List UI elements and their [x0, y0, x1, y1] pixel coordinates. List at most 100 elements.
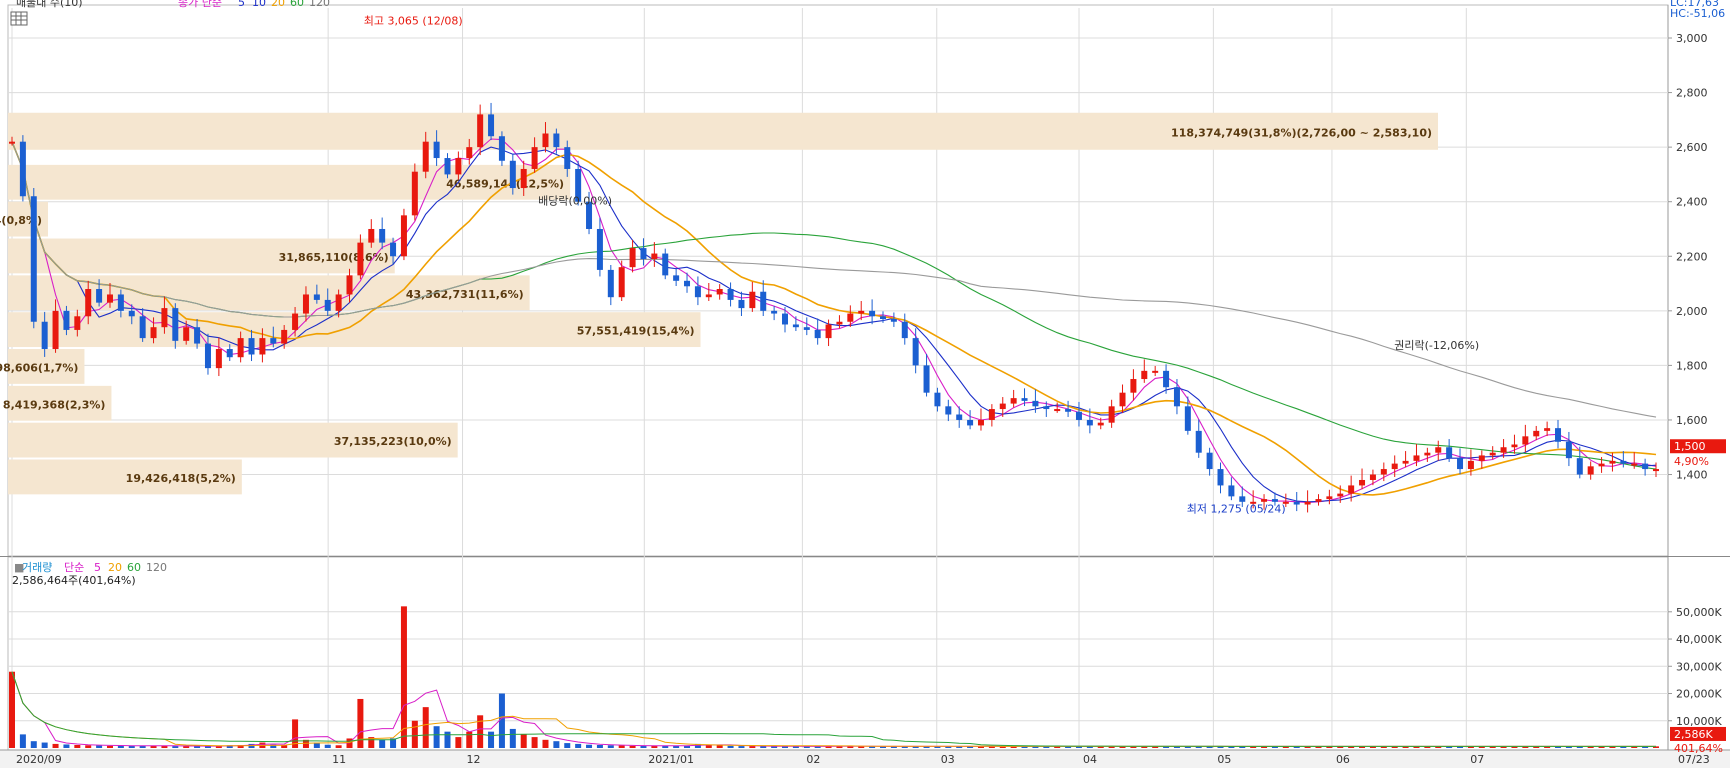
- candle-body: [836, 321, 843, 325]
- legend-ma-120[interactable]: 120: [309, 0, 330, 9]
- candle-body: [553, 133, 560, 148]
- volume-bar: [738, 746, 745, 748]
- legend-ma-10[interactable]: 10: [252, 0, 266, 9]
- candle-body: [792, 324, 799, 328]
- legend-series-name[interactable]: 매물대 수(10): [16, 0, 83, 9]
- volume-profile-label: 46,589,144(12,5%): [446, 177, 564, 190]
- volume-bar: [30, 741, 37, 748]
- candle-body: [400, 215, 407, 257]
- volume-bar: [63, 744, 70, 748]
- volume-bar: [564, 743, 571, 748]
- volume-bar: [749, 746, 756, 748]
- candle-body: [1032, 400, 1039, 407]
- candle-body: [1598, 463, 1605, 467]
- time-axis-label: 05: [1217, 753, 1231, 766]
- candle-body: [1348, 485, 1355, 494]
- volume-ma-60[interactable]: 60: [127, 561, 141, 574]
- candle-body: [662, 253, 669, 276]
- candle-body: [324, 299, 331, 311]
- candle-body: [117, 294, 124, 311]
- candle-body: [890, 319, 897, 322]
- candle-body: [912, 338, 919, 366]
- volume-ma-20[interactable]: 20: [108, 561, 122, 574]
- volume-tick-label: 50,000K: [1676, 606, 1722, 619]
- candle-body: [346, 275, 353, 295]
- volume-bar: [85, 745, 92, 748]
- candle-body: [85, 289, 92, 317]
- candle-body: [1108, 406, 1115, 423]
- last-volume-label: 2,586K: [1674, 728, 1713, 741]
- candle-body: [150, 327, 157, 339]
- volume-bar: [618, 745, 625, 748]
- volume-ma-label[interactable]: 단순: [64, 561, 84, 574]
- time-axis-label: 12: [467, 753, 481, 766]
- candle-body: [640, 248, 647, 259]
- volume-bar: [19, 734, 26, 748]
- volume-bar: [640, 745, 647, 748]
- volume-tick-label: 40,000K: [1676, 633, 1722, 646]
- candle-body: [335, 294, 342, 311]
- volume-bar: [488, 731, 495, 748]
- candle-body: [1413, 455, 1420, 461]
- candle-body: [30, 196, 37, 322]
- candle-body: [869, 310, 876, 317]
- candle-body: [716, 289, 723, 295]
- volume-bar: [400, 606, 407, 748]
- volume-bar: [607, 745, 614, 748]
- candle-body: [172, 308, 179, 341]
- legend-ma-label[interactable]: 종가 단순: [178, 0, 222, 9]
- candle-body: [1402, 460, 1409, 464]
- stock-chart-window: 19,426,418(5,2%) 37,135,223(10,0%) 8,419,3…: [0, 0, 1730, 768]
- candle-body: [1457, 458, 1464, 470]
- candle-body: [411, 171, 418, 216]
- volume-ma-5[interactable]: 5: [94, 561, 101, 574]
- legend-ma-60[interactable]: 60: [290, 0, 304, 9]
- candle-body: [183, 327, 190, 341]
- candle-body: [379, 228, 386, 243]
- volume-bar: [542, 739, 549, 748]
- volume-bar: [575, 743, 582, 748]
- volume-bar: [411, 720, 418, 748]
- candle-body: [1653, 469, 1659, 472]
- volume-bar: [520, 734, 527, 748]
- candle-body: [1075, 411, 1082, 420]
- grid-view-icon[interactable]: [10, 11, 28, 26]
- candle-body: [1130, 379, 1137, 393]
- volume-legend-label[interactable]: 거래량: [22, 561, 52, 574]
- candle-body: [1435, 447, 1442, 453]
- volume-ma-120[interactable]: 120: [146, 561, 167, 574]
- candle-body: [1522, 436, 1529, 445]
- candle-body: [956, 414, 963, 420]
- volume-bar: [41, 742, 48, 748]
- candle-body: [128, 310, 135, 317]
- candlestick-chart[interactable]: 19,426,418(5,2%) 37,135,223(10,0%) 8,419,3…: [0, 0, 1730, 768]
- candle-body: [259, 338, 266, 355]
- volume-bar: [422, 707, 429, 748]
- candle-body: [1315, 499, 1322, 502]
- candle-body: [607, 269, 614, 298]
- candle-body: [1478, 455, 1485, 461]
- candle-body: [357, 242, 364, 276]
- toolbar-grid-button[interactable]: [10, 11, 28, 26]
- candle-body: [531, 147, 538, 169]
- volume-profile-label: 43,362,731(11,6%): [406, 288, 524, 301]
- candle-body: [292, 313, 299, 330]
- candle-body: [1391, 463, 1398, 470]
- candle-body: [1642, 463, 1649, 470]
- candle-body: [803, 327, 810, 330]
- candle-body: [749, 291, 756, 309]
- legend-ma-20[interactable]: 20: [271, 0, 285, 9]
- candle-body: [1271, 499, 1278, 502]
- candle-body: [248, 338, 255, 355]
- candle-body: [106, 294, 113, 303]
- candle-body: [1369, 474, 1376, 480]
- price-tick-label: 1,800: [1676, 359, 1708, 372]
- time-axis-label: 03: [941, 753, 955, 766]
- legend-ma-5[interactable]: 5: [238, 0, 245, 9]
- candle-body: [455, 158, 462, 175]
- candle-body: [1337, 493, 1344, 497]
- candle-body: [596, 228, 603, 270]
- volume-bar: [433, 726, 440, 748]
- candle-body: [1086, 419, 1093, 426]
- candle-body: [422, 141, 429, 172]
